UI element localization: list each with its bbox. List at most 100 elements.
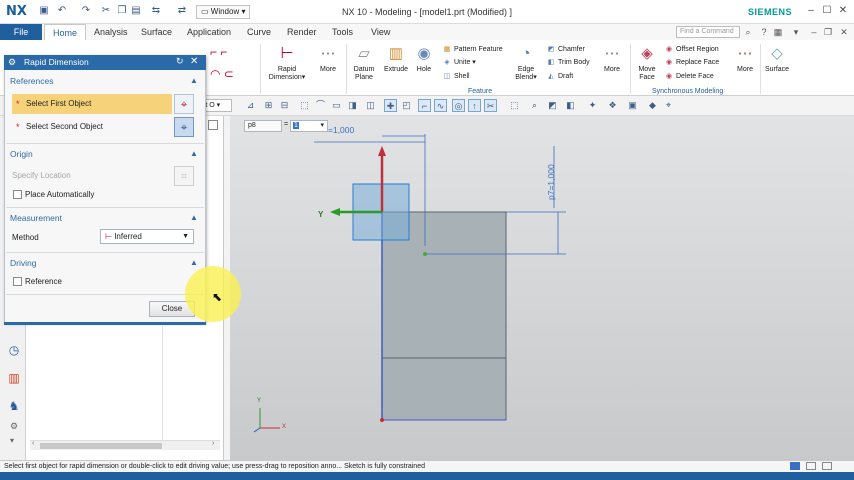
scroll-right-icon[interactable]: › bbox=[212, 440, 214, 447]
select-all-icon[interactable]: ⊞ bbox=[262, 99, 275, 112]
find-command-input[interactable]: Find a Command bbox=[676, 26, 740, 38]
history-icon[interactable]: ◷ bbox=[6, 342, 22, 358]
scrollbar-thumb[interactable] bbox=[40, 443, 162, 449]
rotate-icon[interactable]: ✦ bbox=[586, 99, 599, 112]
view-fit-icon[interactable]: ⬚ bbox=[508, 99, 521, 112]
references-section-header[interactable]: References bbox=[10, 76, 53, 86]
tab-home[interactable]: Home bbox=[44, 24, 87, 40]
tab-analysis[interactable]: Analysis bbox=[92, 24, 130, 40]
layer-icon[interactable]: ◩ bbox=[546, 99, 559, 112]
select-second-object-row[interactable]: * Select Second Object bbox=[12, 117, 172, 137]
datum-plane-button[interactable]: ▱ Datum Plane bbox=[350, 44, 378, 82]
mdi-restore-icon[interactable]: ❐ bbox=[822, 26, 834, 38]
delete-face-button[interactable]: ◉ Delete Face bbox=[664, 71, 714, 83]
file-menu[interactable]: File bbox=[0, 24, 42, 40]
collapse-icon[interactable]: ▲ bbox=[190, 213, 198, 222]
origin-section-header[interactable]: Origin bbox=[10, 149, 33, 159]
settings-icon[interactable]: ⚙ bbox=[6, 418, 22, 434]
specify-location-button[interactable]: ⌗ bbox=[174, 166, 194, 186]
color-icon[interactable]: ◆ bbox=[646, 99, 659, 112]
graphics-window[interactable]: Y =1,000 p7=1,000 Y X bbox=[230, 116, 854, 460]
method-dropdown[interactable]: ⊢ Inferred ▼ bbox=[100, 229, 194, 244]
intersection-icon[interactable]: ✂ bbox=[484, 99, 497, 112]
region-select-icon[interactable]: ▭ bbox=[330, 99, 343, 112]
arc-center-icon[interactable]: ◎ bbox=[452, 99, 465, 112]
maximize-icon[interactable]: ☐ bbox=[820, 4, 834, 18]
section-icon[interactable]: ▣ bbox=[626, 99, 639, 112]
status-layout-icon[interactable] bbox=[822, 462, 832, 470]
dimension-top-text[interactable]: =1,000 bbox=[328, 125, 354, 135]
dimension-side-text[interactable]: p7=1,000 bbox=[546, 164, 556, 200]
help-icon[interactable]: ? bbox=[758, 26, 770, 38]
shell-button[interactable]: ◫ Shell bbox=[442, 71, 470, 83]
more-sketch-button[interactable]: ⋯ More bbox=[314, 44, 342, 74]
more-sync-button[interactable]: ⋯ More bbox=[734, 44, 756, 74]
select-first-object-row[interactable]: * Select First Object bbox=[12, 94, 172, 114]
hole-button[interactable]: ◉ Hole bbox=[413, 44, 435, 74]
more-feature-button[interactable]: ⋯ More bbox=[600, 44, 624, 74]
render-style-icon[interactable]: ◧ bbox=[564, 99, 577, 112]
rapid-dimension-button[interactable]: ⊢ Rapid Dimension▾ bbox=[264, 44, 310, 82]
role-icon[interactable]: ♞ bbox=[6, 398, 22, 414]
curve-rule-icon[interactable]: ⌒ bbox=[314, 99, 327, 112]
mdi-close-icon[interactable]: ✕ bbox=[838, 26, 850, 38]
status-selection-icon[interactable] bbox=[790, 462, 800, 470]
sketch-curve-icon[interactable]: ⌐ ⌐ bbox=[210, 44, 227, 60]
sketch-arc-icon[interactable]: ◠ ⊂ bbox=[210, 66, 234, 82]
navigator-horizontal-scrollbar[interactable] bbox=[30, 440, 220, 450]
surface-button[interactable]: ◇ Surface bbox=[762, 44, 792, 74]
tab-tools[interactable]: Tools bbox=[330, 24, 355, 40]
navigator-pin-icon[interactable] bbox=[208, 120, 218, 130]
view-orient-icon[interactable]: ◨ bbox=[346, 99, 359, 112]
dimension-name-field[interactable]: p8 bbox=[244, 120, 282, 132]
trim-body-button[interactable]: ◧ Trim Body bbox=[546, 57, 590, 69]
tab-surface[interactable]: Surface bbox=[139, 24, 174, 40]
scroll-left-icon[interactable]: ‹ bbox=[32, 440, 34, 447]
dimension-value-field[interactable]: 1 ▾ bbox=[290, 120, 328, 132]
endpoint-icon[interactable]: ◰ bbox=[400, 99, 413, 112]
dimension-dropdown-icon[interactable]: ▾ bbox=[320, 121, 324, 131]
unite-button[interactable]: ◈ Unite ▾ bbox=[442, 57, 476, 69]
edge-blend-button[interactable]: ◔ Edge Blend▾ bbox=[512, 44, 540, 82]
draft-button[interactable]: ◭ Draft bbox=[546, 71, 573, 83]
display-icon[interactable]: ❖ bbox=[606, 99, 619, 112]
rectangle-select-icon[interactable]: ⬚ bbox=[298, 99, 311, 112]
point-on-curve-icon[interactable]: ↑ bbox=[468, 99, 481, 112]
collapse-icon[interactable]: ▲ bbox=[190, 258, 198, 267]
ribbon-minimize-icon[interactable]: ▾ bbox=[790, 26, 802, 38]
replace-face-button[interactable]: ◉ Replace Face bbox=[664, 57, 719, 69]
midpoint-icon[interactable]: ⌐ bbox=[418, 99, 431, 112]
tab-render[interactable]: Render bbox=[285, 24, 319, 40]
zoom-icon[interactable]: ⌕ bbox=[528, 99, 541, 112]
crosshair-icon[interactable]: ⌖ bbox=[174, 94, 194, 114]
snap-icon[interactable]: ⊿ bbox=[244, 99, 257, 112]
tab-curve[interactable]: Curve bbox=[245, 24, 273, 40]
tab-application[interactable]: Application bbox=[185, 24, 233, 40]
place-automatically-checkbox[interactable] bbox=[13, 190, 22, 199]
mdi-minimize-icon[interactable]: – bbox=[808, 26, 820, 38]
gear-icon[interactable]: ⚙ bbox=[8, 57, 16, 68]
close-window-icon[interactable]: ✕ bbox=[836, 4, 850, 18]
move-face-button[interactable]: ◈ Move Face bbox=[634, 44, 660, 82]
deselect-icon[interactable]: ⊟ bbox=[278, 99, 291, 112]
search-icon[interactable]: ⌕ bbox=[742, 26, 754, 38]
pattern-feature-button[interactable]: ▦ Pattern Feature bbox=[442, 44, 503, 56]
reference-checkbox[interactable] bbox=[13, 277, 22, 286]
control-point-icon[interactable]: ∿ bbox=[434, 99, 447, 112]
driving-section-header[interactable]: Driving bbox=[10, 258, 36, 268]
extrude-button[interactable]: ▥ Extrude bbox=[381, 44, 411, 74]
reset-icon[interactable]: ↻ bbox=[176, 56, 184, 67]
wcs-icon[interactable]: ⌖ bbox=[662, 99, 675, 112]
grid-icon[interactable]: ▦ bbox=[772, 26, 784, 38]
collapse-icon[interactable]: ▲ bbox=[190, 149, 198, 158]
offset-region-button[interactable]: ◉ Offset Region bbox=[664, 44, 719, 56]
close-icon[interactable]: ✕ bbox=[190, 56, 198, 67]
scroll-down-icon[interactable]: ▾ bbox=[10, 436, 14, 445]
collapse-icon[interactable]: ▲ bbox=[190, 76, 198, 85]
view-dropdown-icon[interactable]: ◫ bbox=[364, 99, 377, 112]
chamfer-button[interactable]: ◩ Chamfer bbox=[546, 44, 585, 56]
color-palette-icon[interactable]: ▥ bbox=[6, 370, 22, 386]
tab-view[interactable]: View bbox=[369, 24, 392, 40]
measurement-section-header[interactable]: Measurement bbox=[10, 213, 62, 223]
minimize-icon[interactable]: – bbox=[804, 4, 818, 18]
